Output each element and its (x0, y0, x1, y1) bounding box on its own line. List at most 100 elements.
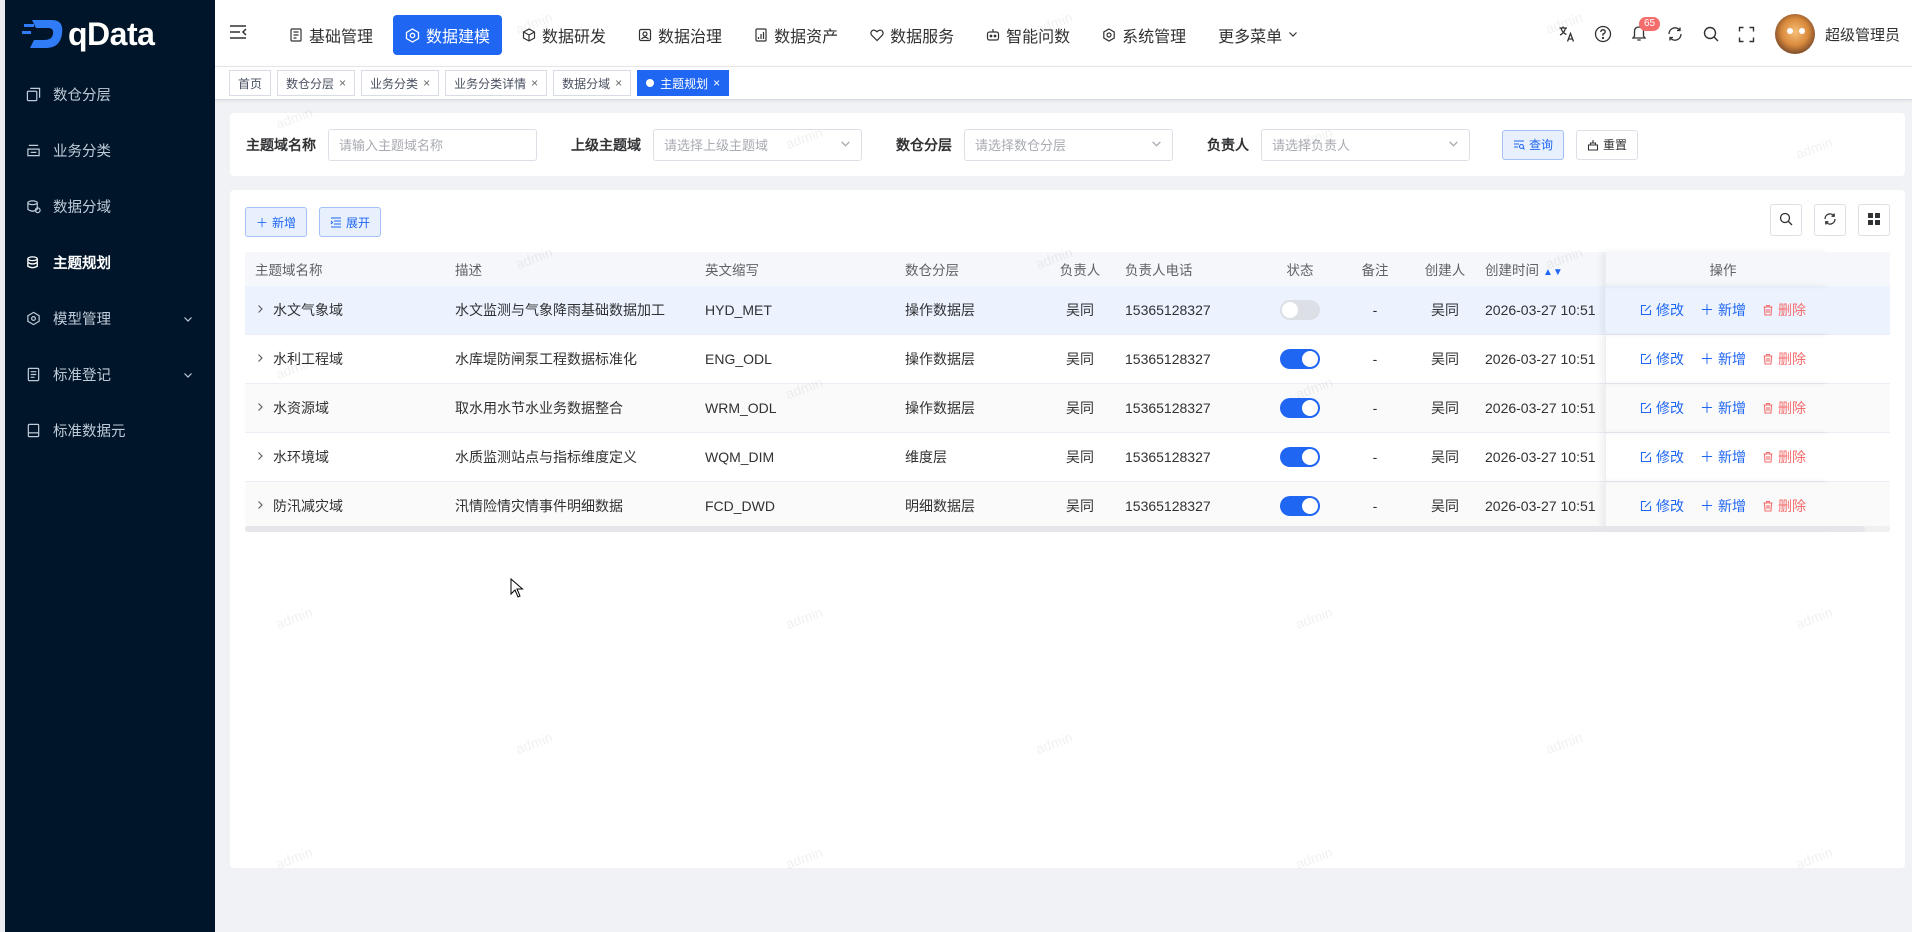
edit-button[interactable]: 修改 (1640, 349, 1684, 369)
placeholder: 请选择上级主题域 (664, 138, 769, 153)
edit-label: 修改 (1656, 351, 1684, 367)
chevron-right-icon[interactable] (255, 499, 265, 513)
username[interactable]: 超级管理员 (1825, 24, 1900, 45)
remark-cell: - (1372, 498, 1378, 514)
sidebar-item-model-management[interactable]: 模型管理 (5, 290, 215, 346)
column-header: 主题域名称 (255, 263, 323, 278)
warehouse-layer-select[interactable]: 请选择数仓分层 (964, 128, 1173, 161)
table-row[interactable]: 防汛减灾域 汛情险情灾情事件明细数据 FCD_DWD 明细数据层 吴同 153651283… (245, 482, 1890, 531)
help-icon[interactable] (1585, 14, 1621, 54)
expand-button[interactable]: 展开 (319, 207, 382, 237)
search-icon[interactable] (1693, 14, 1729, 54)
edit-button[interactable]: 修改 (1640, 496, 1684, 516)
status-toggle[interactable] (1280, 447, 1320, 467)
phone-cell: 15365128327 (1125, 351, 1211, 367)
column-header: 创建时间 (1485, 263, 1539, 278)
topnav-item-more[interactable]: 更多菜单 (1206, 15, 1310, 55)
tag-data-domain[interactable]: 数据分域 × (553, 70, 632, 96)
close-icon[interactable]: × (615, 76, 622, 90)
tag-warehouse-layer[interactable]: 数仓分层 × (277, 70, 356, 96)
hamburger-icon[interactable] (229, 24, 247, 43)
notification-button[interactable]: 65 (1621, 14, 1661, 54)
edit-button[interactable]: 修改 (1640, 447, 1684, 467)
close-icon[interactable]: × (531, 76, 538, 90)
delete-button[interactable]: 删除 (1762, 300, 1806, 320)
status-toggle[interactable] (1280, 300, 1320, 320)
table-row[interactable]: 水资源域 取水用水节水业务数据整合 WRM_ODL 操作数据层 吴同 1536512832… (245, 384, 1890, 433)
chevron-right-icon[interactable] (255, 401, 265, 415)
status-toggle[interactable] (1280, 398, 1320, 418)
owner-select[interactable]: 请选择负责人 (1261, 128, 1470, 161)
reset-button[interactable]: 重置 (1576, 129, 1639, 160)
chevron-right-icon[interactable] (255, 352, 265, 366)
add-child-button[interactable]: ＋新增 (1700, 398, 1746, 418)
delete-button[interactable]: 删除 (1762, 496, 1806, 516)
topnav-item-asset[interactable]: 数据资产 (742, 15, 850, 55)
search-icon (1779, 212, 1793, 229)
avatar[interactable] (1774, 14, 1815, 54)
column-settings-button[interactable] (1858, 204, 1890, 236)
sidebar-item-data-domain[interactable]: 数据分域 (5, 178, 215, 234)
translate-icon[interactable] (1549, 14, 1585, 54)
status-cell (1255, 496, 1335, 516)
topnav-item-smart-query[interactable]: 智能问数 (974, 15, 1082, 55)
sidebar-item-layers[interactable]: 数仓分层 (5, 66, 215, 122)
table-search-button[interactable] (1770, 204, 1802, 236)
table-row[interactable]: 水环境域 水质监测站点与指标维度定义 WQM_DIM 维度层 吴同 15365128327… (245, 433, 1890, 482)
table-row[interactable]: 水文气象域 水文监测与气象降雨基础数据加工 HYD_MET 操作数据层 吴同 153651… (245, 286, 1890, 335)
top-nav: 基础管理 数据建模 数据研发 数据治理 数据资产 数据服务 智能问数 系统管理 (277, 15, 1318, 55)
fullscreen-icon[interactable] (1729, 14, 1765, 54)
chevron-right-icon[interactable] (255, 303, 265, 317)
topnav-label: 数据研发 (542, 29, 607, 46)
topnav-label: 数据建模 (426, 29, 491, 46)
topnav-item-system[interactable]: 系统管理 (1090, 15, 1198, 55)
sidebar-item-label: 业务分类 (53, 143, 111, 160)
chevron-right-icon[interactable] (255, 450, 265, 464)
add-child-button[interactable]: ＋新增 (1700, 300, 1746, 320)
sidebar-item-standard-data-element[interactable]: 标准数据元 (5, 402, 215, 458)
topnav-item-service[interactable]: 数据服务 (858, 15, 966, 55)
tag-topic-planning[interactable]: 主题规划 × (637, 70, 730, 96)
status-toggle[interactable] (1280, 496, 1320, 516)
edit-button[interactable]: 修改 (1640, 398, 1684, 418)
topnav-item-modeling[interactable]: 数据建模 (393, 15, 503, 55)
close-icon[interactable]: × (339, 76, 346, 90)
trash-icon (1762, 451, 1774, 463)
table-row[interactable]: 水利工程域 水库堤防闸泵工程数据标准化 ENG_ODL 操作数据层 吴同 15365128… (245, 335, 1890, 384)
delete-button[interactable]: 删除 (1762, 447, 1806, 467)
topic-name-input[interactable]: 请输入主题域名称 (328, 128, 537, 161)
owner-cell: 吴同 (1066, 449, 1094, 465)
status-toggle[interactable] (1280, 349, 1320, 369)
close-icon[interactable]: × (423, 76, 430, 90)
add-button[interactable]: ＋ 新增 (245, 207, 308, 237)
tag-home[interactable]: 首页 (229, 70, 272, 96)
sidebar-item-topic-planning[interactable]: 主题规划 (5, 234, 215, 290)
delete-button[interactable]: 删除 (1762, 398, 1806, 418)
table-refresh-button[interactable] (1814, 204, 1846, 236)
delete-button[interactable]: 删除 (1762, 349, 1806, 369)
logo[interactable]: qData (22, 12, 155, 56)
refresh-icon[interactable] (1657, 14, 1693, 54)
remark-cell: - (1372, 449, 1378, 465)
query-button[interactable]: 查询 (1502, 129, 1565, 160)
trash-icon (1762, 353, 1774, 365)
topic-name: 水文气象域 (273, 302, 343, 318)
description-cell: 取水用水节水业务数据整合 (455, 400, 623, 416)
tag-business-category-detail[interactable]: 业务分类详情 × (445, 70, 548, 96)
sidebar-item-standard-register[interactable]: 标准登记 (5, 346, 215, 402)
topnav-item-governance[interactable]: 数据治理 (626, 15, 734, 55)
edit-button[interactable]: 修改 (1640, 300, 1684, 320)
horizontal-scrollbar[interactable] (245, 526, 1890, 532)
created-time-header[interactable]: 创建时间 ▲▼ (1475, 259, 1605, 279)
topnav-item-dev[interactable]: 数据研发 (510, 15, 618, 55)
sort-icon[interactable]: ▲▼ (1543, 267, 1563, 278)
sidebar-item-business-category[interactable]: 业务分类 (5, 122, 215, 178)
add-child-button[interactable]: ＋新增 (1700, 447, 1746, 467)
topnav-item-basic[interactable]: 基础管理 (277, 15, 385, 55)
tag-label: 数仓分层 (286, 76, 335, 91)
tag-business-category[interactable]: 业务分类 × (361, 70, 440, 96)
add-child-button[interactable]: ＋新增 (1700, 496, 1746, 516)
parent-topic-select[interactable]: 请选择上级主题域 (653, 128, 862, 161)
add-child-button[interactable]: ＋新增 (1700, 349, 1746, 369)
close-icon[interactable]: × (713, 76, 720, 90)
